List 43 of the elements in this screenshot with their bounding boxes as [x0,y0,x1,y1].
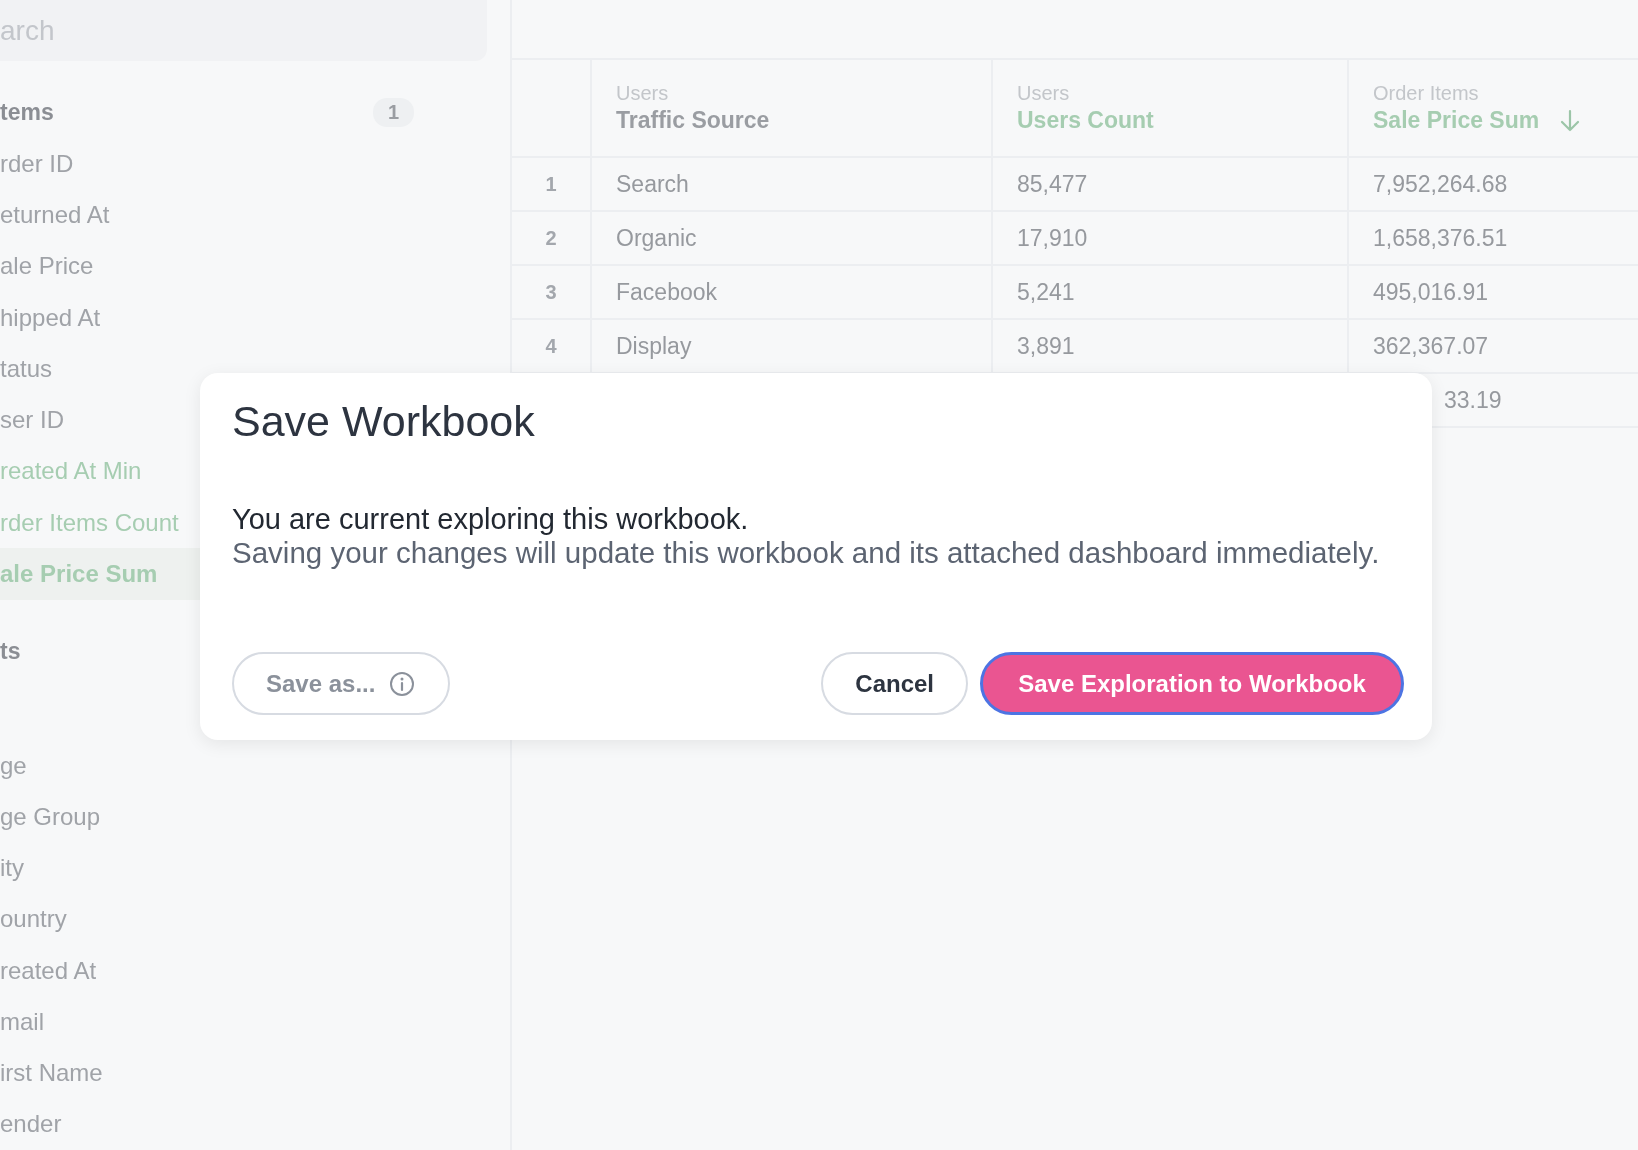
table-cell: 5,241 [1017,278,1075,306]
table-cell: 33.19 [1444,386,1502,414]
dialog-title: Save Workbook [232,397,536,446]
field-item[interactable]: eturned At [0,189,510,241]
table-cell: 85,477 [1017,170,1088,198]
dialog-message: You are current exploring this workbook. [232,502,750,536]
column-label: Traffic Source [616,107,770,134]
field-item[interactable]: ountry [0,893,510,945]
field-item[interactable]: hipped At [0,292,510,344]
table-cell: Facebook [616,278,717,306]
table-cell: Display [616,332,692,360]
table-cell: 17,910 [1017,224,1088,252]
table-cell: Organic [616,224,697,252]
field-item[interactable]: ge Group [0,791,510,843]
column-label: Sale Price Sum [1373,107,1540,134]
save-as-button[interactable]: Save as... [232,652,450,715]
group-label: ts [0,637,21,665]
save-button[interactable]: Save Exploration to Workbook [980,652,1404,715]
row-number: 2 [545,226,557,250]
count-badge: 1 [372,98,414,128]
column-label: Users Count [1017,107,1154,134]
field-item[interactable]: ge [0,739,510,792]
table-cell: 7,952,264.68 [1373,170,1508,198]
field-item[interactable]: ender [0,1098,510,1150]
cancel-button[interactable]: Cancel [821,652,968,715]
field-item[interactable]: ity [0,842,510,894]
table-cell: 3,891 [1017,332,1075,360]
field-item[interactable]: ale Price [0,240,510,293]
group-label: tems [0,99,54,127]
row-number: 4 [545,334,557,358]
field-item[interactable]: irst Name [0,1047,510,1099]
field-item[interactable]: mail [0,996,510,1048]
sort-down-icon[interactable] [1559,108,1582,133]
row-number: 1 [545,172,557,196]
table-cell: 1,658,376.51 [1373,224,1508,252]
table-cell: Search [616,170,689,198]
field-item[interactable]: reated At [0,944,510,997]
table-cell: 495,016.91 [1373,278,1489,306]
dialog-detail: Saving your changes will update this workbook and its attached dashboard immediately. [232,536,1381,570]
row-number: 3 [545,280,557,304]
info-icon [389,670,416,697]
field-item[interactable]: rder ID [0,138,510,190]
table-cell: 362,367.07 [1373,332,1489,360]
